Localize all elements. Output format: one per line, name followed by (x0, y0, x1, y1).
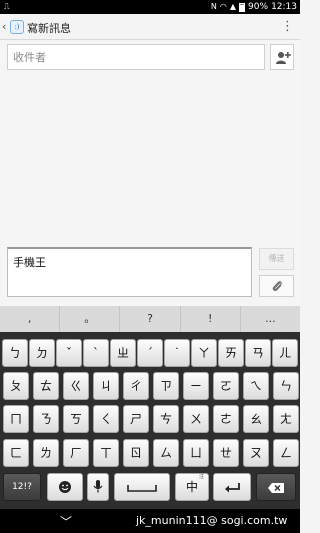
message-compose-box[interactable]: 手機王 (7, 247, 252, 297)
key[interactable]: ㄈ (3, 439, 29, 467)
signal-icon: ▲ (229, 2, 237, 11)
add-contact-button[interactable] (270, 44, 294, 70)
punct-key-question[interactable]: ? (120, 306, 181, 332)
clock: 12:13 (271, 2, 297, 12)
microphone-icon (93, 480, 103, 493)
emoji-key[interactable] (47, 473, 83, 501)
page-title: 寫新訊息 (27, 22, 71, 35)
key[interactable]: ㄍ (63, 372, 89, 400)
key[interactable]: ㄟ (243, 372, 269, 400)
key[interactable]: ˊ (137, 339, 163, 367)
space-bar-icon (127, 485, 157, 492)
punct-key-period[interactable]: 。 (60, 306, 121, 332)
key[interactable]: ㄋ (33, 405, 59, 433)
compose-message-screen: ⎍ N ◠ ▲ 90% 12:13 ‹ :) 寫新訊息 ⋮ 手機王 傳送 (0, 0, 300, 533)
key-row-5: 12!? 注 中 (0, 473, 300, 503)
key[interactable]: ㄕ (123, 405, 149, 433)
symbol-mode-key[interactable]: 12!? (3, 473, 41, 501)
usb-icon: ⎍ (4, 2, 10, 11)
key[interactable]: ㄣ (273, 372, 299, 400)
key-row-3: ㄇ ㄋ ㄎ ㄑ ㄕ ㄘ ㄨ ㄜ ㄠ ㄤ (0, 405, 300, 435)
key[interactable]: ㄖ (123, 439, 149, 467)
key[interactable]: ㄗ (153, 372, 179, 400)
key[interactable]: ㄐ (93, 372, 119, 400)
back-chevron-icon[interactable]: ‹ (2, 20, 6, 33)
backspace-icon (268, 483, 284, 493)
voice-input-key[interactable] (87, 473, 109, 501)
add-person-icon (276, 52, 291, 64)
key[interactable]: ˙ (164, 339, 190, 367)
punctuation-row: , 。 ? ! ... (0, 306, 300, 332)
input-language-key[interactable]: 注 中 (175, 473, 209, 501)
enter-key[interactable] (213, 473, 251, 501)
key[interactable]: ㄤ (273, 405, 299, 433)
language-label: 中 (185, 480, 198, 494)
key[interactable]: ㄝ (213, 439, 239, 467)
action-bar: ‹ :) 寫新訊息 ⋮ (0, 14, 300, 40)
key[interactable]: ㄔ (123, 372, 149, 400)
zhuyin-indicator: 注 (198, 474, 204, 480)
hide-keyboard-chevron-icon[interactable]: ﹀ (60, 513, 72, 530)
nfc-icon: N (210, 2, 217, 11)
key[interactable]: ㄛ (213, 372, 239, 400)
message-input[interactable]: 手機王 (8, 249, 251, 296)
key-row-4: ㄈ ㄌ ㄏ ㄒ ㄖ ㄙ ㄩ ㄝ ㄡ ㄥ (0, 439, 300, 469)
wifi-icon: ◠ (219, 2, 227, 11)
key[interactable]: ㄨ (183, 405, 209, 433)
key[interactable]: ㄦ (272, 339, 298, 367)
overflow-menu-icon[interactable]: ⋮ (281, 19, 294, 34)
recipient-field[interactable] (7, 44, 265, 70)
key[interactable]: ㄜ (213, 405, 239, 433)
smiley-icon (59, 481, 71, 493)
key[interactable]: ㄉ (29, 339, 55, 367)
status-icons: N ◠ ▲ 90% 12:13 (211, 0, 297, 14)
paperclip-icon (272, 281, 282, 291)
key-row-1: ㄅ ㄉ ˇ ˋ ㄓ ˊ ˙ ㄚ ㄞ ㄢ ㄦ (0, 339, 300, 369)
key[interactable]: ㄥ (273, 439, 299, 467)
key[interactable]: ˇ (56, 339, 82, 367)
space-key[interactable] (114, 473, 170, 501)
key[interactable]: ㄎ (63, 405, 89, 433)
backspace-key[interactable] (256, 473, 296, 501)
key[interactable]: ㄚ (191, 339, 217, 367)
key[interactable]: ㄞ (218, 339, 244, 367)
send-button[interactable]: 傳送 (259, 248, 294, 270)
key[interactable]: ㄙ (153, 439, 179, 467)
key[interactable]: ㄧ (183, 372, 209, 400)
key[interactable]: ㄢ (245, 339, 271, 367)
key[interactable]: ㄓ (110, 339, 136, 367)
battery-icon (239, 2, 246, 12)
sms-app-icon[interactable]: :) (10, 20, 24, 34)
status-bar: ⎍ N ◠ ▲ 90% 12:13 (0, 0, 300, 14)
punct-key-exclaim[interactable]: ! (181, 306, 241, 332)
navigation-bar: ﹀ jk_munin111@ sogi.com.tw (0, 509, 300, 533)
key[interactable]: ㄌ (33, 439, 59, 467)
attach-button[interactable] (259, 275, 294, 297)
enter-icon (225, 483, 240, 493)
key[interactable]: ㄆ (3, 372, 29, 400)
key[interactable]: ㄇ (3, 405, 29, 433)
key[interactable]: ㄡ (243, 439, 269, 467)
key[interactable]: ㄏ (63, 439, 89, 467)
key[interactable]: ㄠ (243, 405, 269, 433)
key[interactable]: ㄊ (33, 372, 59, 400)
key[interactable]: ㄩ (183, 439, 209, 467)
battery-percent: 90% (248, 2, 269, 12)
punct-key-comma[interactable]: , (0, 306, 61, 332)
key-row-2: ㄆ ㄊ ㄍ ㄐ ㄔ ㄗ ㄧ ㄛ ㄟ ㄣ (0, 372, 300, 402)
key[interactable]: ˋ (83, 339, 109, 367)
recipient-input[interactable] (8, 45, 264, 69)
key[interactable]: ㄑ (93, 405, 119, 433)
key[interactable]: ㄒ (93, 439, 119, 467)
watermark-text: jk_munin111@ sogi.com.tw (136, 514, 288, 527)
key[interactable]: ㄘ (153, 405, 179, 433)
keyboard: , 。 ? ! ... ㄅ ㄉ ˇ ˋ ㄓ ˊ ˙ ㄚ ㄞ ㄢ ㄦ ㄆ ㄊ ㄍ … (0, 306, 300, 509)
key[interactable]: ㄅ (2, 339, 28, 367)
punct-key-ellipsis[interactable]: ... (241, 306, 300, 332)
